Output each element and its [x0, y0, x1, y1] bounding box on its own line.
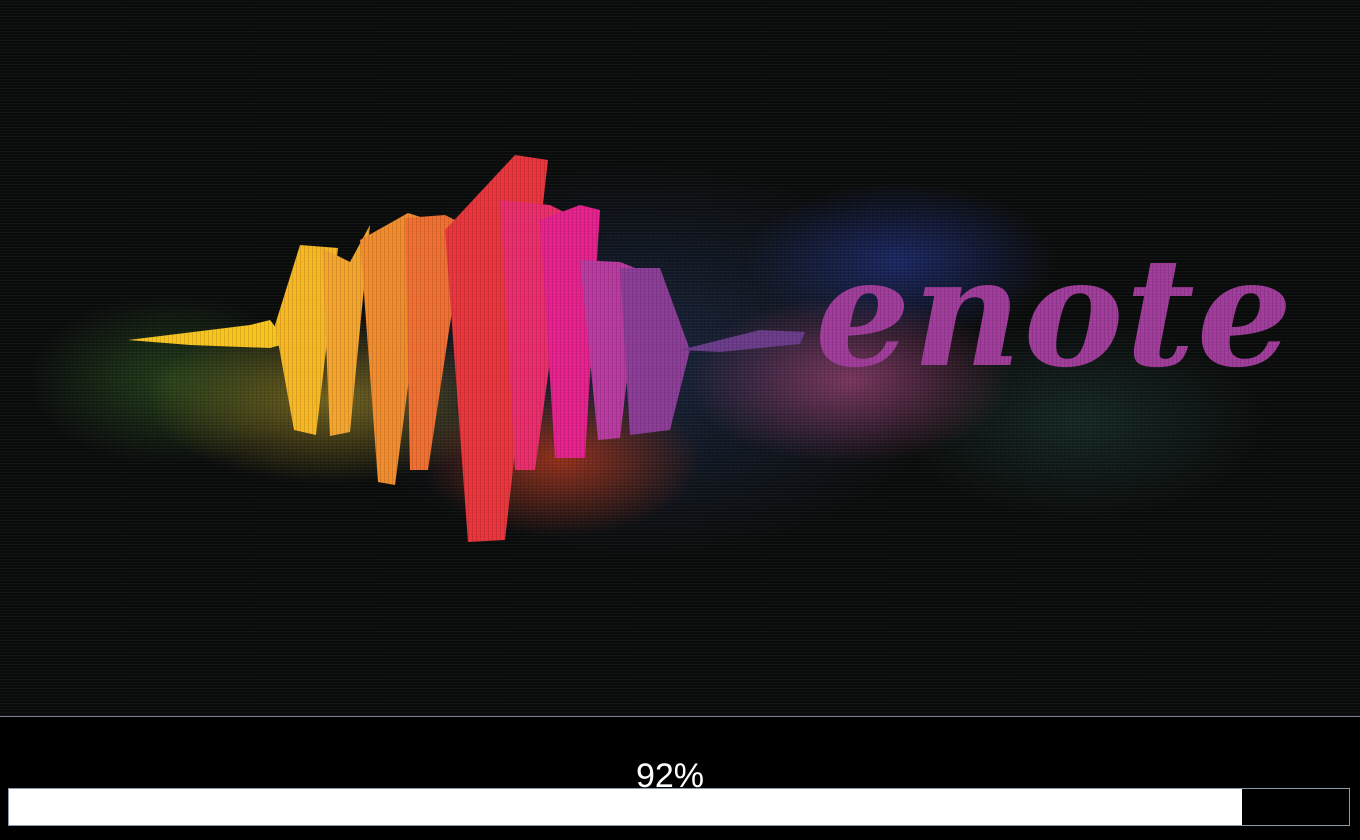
- enote-logo: enote: [128, 155, 1294, 542]
- progress-panel: 92%: [0, 716, 1360, 840]
- progress-bar-fill: [9, 789, 1242, 825]
- splash-screen: enote: [0, 0, 1360, 716]
- waveform-mark: [128, 155, 805, 542]
- logo-text: enote: [815, 225, 1294, 401]
- progress-bar: [8, 788, 1350, 826]
